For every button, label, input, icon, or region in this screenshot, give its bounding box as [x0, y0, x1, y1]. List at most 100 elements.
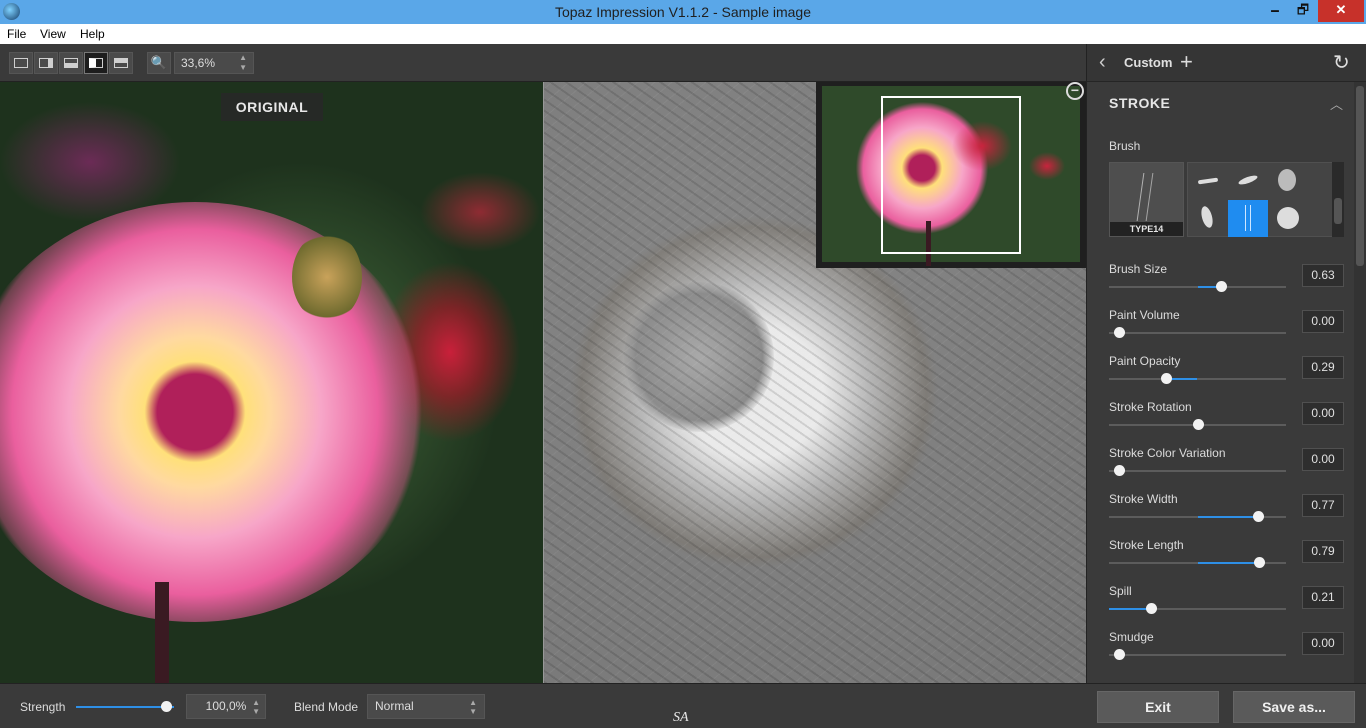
- menu-file[interactable]: File: [7, 27, 26, 41]
- slider-label: Paint Volume: [1109, 308, 1180, 322]
- original-flower: [0, 202, 430, 622]
- strength-input[interactable]: 100,0% ▲ ▼: [186, 694, 266, 719]
- slider-value-input[interactable]: 0.00: [1302, 310, 1344, 333]
- brush-type14-icon: [1245, 205, 1251, 231]
- slider-value-input[interactable]: 0.21: [1302, 586, 1344, 609]
- save-as-button[interactable]: Save as...: [1233, 691, 1355, 723]
- brush-sponge-icon: [1278, 169, 1296, 191]
- split-vertical-view-button[interactable]: [34, 52, 58, 74]
- chevron-up-icon[interactable]: ︿: [1330, 94, 1343, 113]
- navigator-collapse-icon[interactable]: −: [1066, 82, 1084, 100]
- brush-option-selected[interactable]: [1228, 200, 1268, 237]
- slider-track[interactable]: [1109, 511, 1286, 522]
- slider-track[interactable]: [1109, 649, 1286, 660]
- brush-option[interactable]: [1188, 163, 1228, 200]
- blend-mode-value: Normal: [375, 699, 414, 713]
- brush-label: Brush: [1109, 139, 1141, 153]
- side-by-side-view-button[interactable]: [84, 52, 108, 74]
- slider-knob[interactable]: [1215, 281, 1227, 292]
- brush-preview[interactable]: TYPE14: [1109, 162, 1184, 237]
- menu-help[interactable]: Help: [80, 27, 105, 41]
- slider-value-input[interactable]: 0.77: [1302, 494, 1344, 517]
- slider-knob[interactable]: [1254, 557, 1266, 568]
- split-horizontal-icon: [64, 58, 78, 68]
- brush-scrollbar[interactable]: [1332, 162, 1344, 237]
- split-horizontal-view-button[interactable]: [59, 52, 83, 74]
- slider-track[interactable]: [1109, 465, 1286, 476]
- back-icon[interactable]: ‹: [1099, 51, 1106, 74]
- preset-header: ‹ Custom + ↻: [1087, 44, 1366, 82]
- zoom-spinner-icon[interactable]: ▲ ▼: [239, 53, 247, 73]
- action-bar: Exit Save as...: [1086, 683, 1366, 728]
- slider-value-input[interactable]: 0.29: [1302, 356, 1344, 379]
- image-canvas[interactable]: ORIGINAL: [0, 82, 1086, 683]
- panel-scrollbar[interactable]: [1354, 82, 1366, 683]
- brush-round-icon: [1277, 207, 1299, 229]
- original-bud: [292, 232, 362, 322]
- brush-smear-icon: [1237, 173, 1259, 187]
- slider-track[interactable]: [1109, 373, 1286, 384]
- slider-label: Stroke Rotation: [1109, 400, 1192, 414]
- menu-view[interactable]: View: [40, 27, 66, 41]
- slider-label: Paint Opacity: [1109, 354, 1181, 368]
- section-title-stroke[interactable]: STROKE: [1109, 95, 1170, 111]
- slider-value-input[interactable]: 0.79: [1302, 540, 1344, 563]
- slider-label: Stroke Width: [1109, 492, 1178, 506]
- strength-slider-knob[interactable]: [161, 701, 172, 712]
- menu-bar: File View Help: [0, 24, 1366, 44]
- reset-icon[interactable]: ↻: [1333, 50, 1350, 75]
- navigator-viewport-rect[interactable]: [881, 96, 1021, 254]
- original-stem: [155, 582, 169, 683]
- strength-spinner-icon[interactable]: ▲ ▼: [252, 698, 260, 716]
- close-button[interactable]: ✕: [1318, 0, 1364, 22]
- slider-knob[interactable]: [1146, 603, 1158, 614]
- add-preset-icon[interactable]: +: [1180, 49, 1193, 75]
- panel-scroll-thumb[interactable]: [1356, 86, 1364, 266]
- slider-track[interactable]: [1109, 327, 1286, 338]
- slider-track[interactable]: [1109, 419, 1286, 430]
- zoom-button[interactable]: 🔍: [147, 52, 171, 74]
- restore-button[interactable]: 🗗: [1290, 0, 1316, 22]
- slider-knob[interactable]: [1114, 465, 1125, 476]
- zoom-input[interactable]: 33,6% ▲ ▼: [174, 52, 254, 74]
- view-toolbar: 🔍 33,6% ▲ ▼: [0, 44, 1086, 82]
- brush-option[interactable]: [1188, 200, 1228, 237]
- slider-track[interactable]: [1109, 557, 1286, 568]
- slider-label: Stroke Color Variation: [1109, 446, 1226, 460]
- slider-label: Spill: [1109, 584, 1132, 598]
- brush-stroke-icon: [1136, 173, 1154, 221]
- strength-label: Strength: [20, 700, 66, 714]
- single-view-button[interactable]: [9, 52, 33, 74]
- split-vertical-icon: [39, 58, 53, 68]
- navigator-panel[interactable]: [816, 82, 1086, 268]
- brush-option[interactable]: [1268, 163, 1308, 200]
- strength-slider[interactable]: [76, 701, 174, 712]
- slider-value-input[interactable]: 0.00: [1302, 632, 1344, 655]
- brush-option[interactable]: [1268, 200, 1308, 237]
- slider-knob[interactable]: [1114, 649, 1125, 660]
- single-view-icon: [14, 58, 28, 68]
- blend-mode-select[interactable]: Normal ▲ ▼: [367, 694, 485, 719]
- slider-value-input[interactable]: 0.00: [1302, 448, 1344, 471]
- slider-fill: [1197, 562, 1260, 564]
- signature-mark: SA: [673, 710, 689, 725]
- slider-knob[interactable]: [1114, 327, 1125, 338]
- slider-track[interactable]: [1109, 603, 1286, 614]
- slider-track[interactable]: [1109, 281, 1286, 292]
- slider-value-input[interactable]: 0.63: [1302, 264, 1344, 287]
- top-bottom-view-button[interactable]: [109, 52, 133, 74]
- brush-scroll-thumb[interactable]: [1334, 198, 1342, 224]
- bottom-bar: Strength 100,0% ▲ ▼ Blend Mode Normal ▲ ▼ …: [0, 683, 1086, 728]
- preset-name: Custom: [1124, 55, 1173, 70]
- blend-mode-label: Blend Mode: [294, 700, 359, 714]
- minimize-button[interactable]: 🗕: [1262, 0, 1288, 22]
- brush-option[interactable]: [1228, 163, 1268, 200]
- slider-knob[interactable]: [1252, 511, 1264, 522]
- original-image: ORIGINAL: [0, 82, 543, 683]
- slider-knob[interactable]: [1160, 373, 1172, 384]
- slider-value-input[interactable]: 0.00: [1302, 402, 1344, 425]
- slider-fill: [1109, 608, 1152, 610]
- exit-button[interactable]: Exit: [1097, 691, 1219, 723]
- brush-type-name: TYPE14: [1110, 222, 1183, 236]
- slider-knob[interactable]: [1192, 419, 1204, 430]
